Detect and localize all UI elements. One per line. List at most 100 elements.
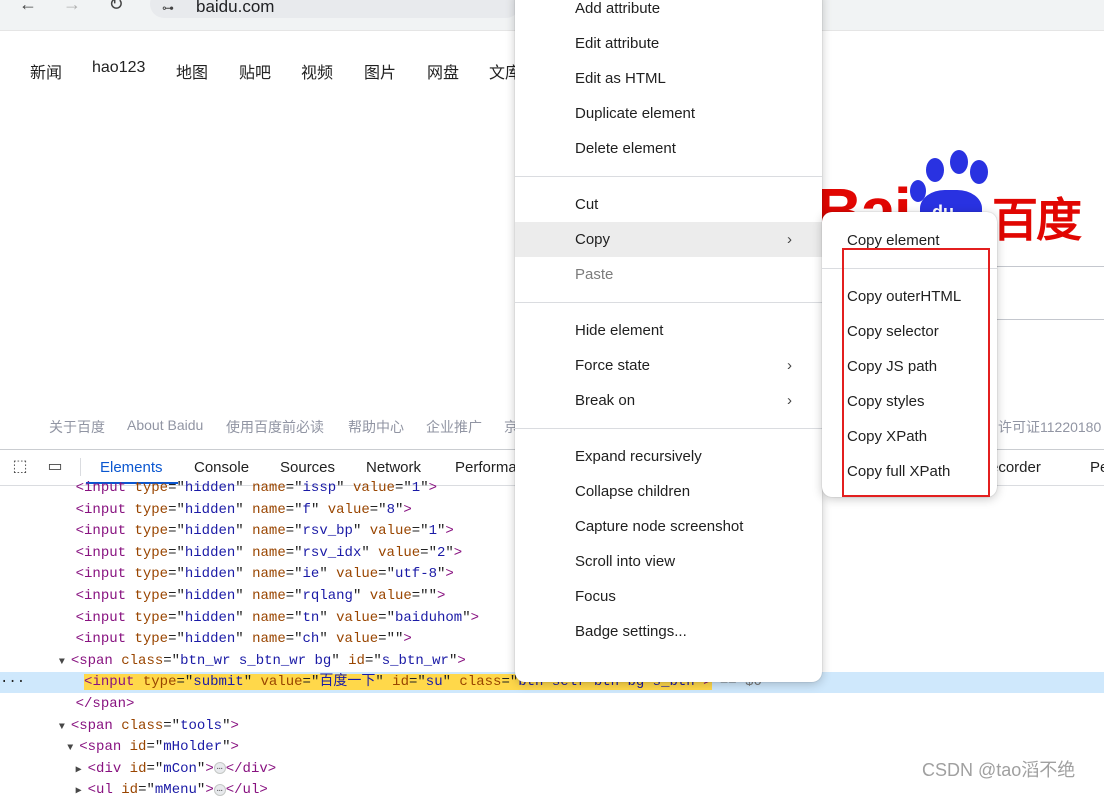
attr-name: value	[369, 523, 412, 540]
attr-eq: ="	[408, 674, 426, 691]
site-info-icon[interactable]: ⊶	[162, 0, 182, 16]
dom-node[interactable]: <span class="tools">	[71, 718, 239, 734]
tag-end: >	[470, 609, 480, 626]
footer-link[interactable]: 使用百度前必读	[226, 417, 324, 437]
nav-link[interactable]: 地图	[176, 59, 208, 83]
footer-link[interactable]: 帮助中心	[348, 417, 404, 437]
attr-eq: ="	[285, 631, 303, 648]
gutter-dots-icon[interactable]: ···	[0, 674, 25, 690]
dom-node[interactable]: <input type="hidden" name="rqlang" value…	[76, 588, 446, 604]
reload-icon[interactable]: ↻	[104, 0, 128, 14]
footer-link[interactable]: About Baidu	[127, 417, 203, 433]
dom-node[interactable]: <input type="hidden" name="rsv_bp" value…	[76, 523, 454, 539]
menu-item-copy[interactable]: Copy ›	[515, 222, 822, 257]
inspect-element-icon[interactable]: ⬚	[10, 458, 30, 476]
search-input[interactable]	[990, 266, 1104, 320]
forward-icon[interactable]: →	[60, 0, 84, 14]
dom-node[interactable]: <ul id="mMenu">… </ul>	[88, 782, 268, 798]
ellipsis-icon[interactable]: …	[213, 762, 226, 775]
tab-overflow[interactable]: Pe	[1090, 459, 1104, 476]
collapsed-triangle-icon[interactable]: ▶	[76, 786, 88, 797]
attr-value: rsv_idx	[302, 544, 362, 561]
dom-node[interactable]: <input type="hidden" name="rsv_idx" valu…	[76, 545, 463, 561]
menu-item-duplicate-element[interactable]: Duplicate element	[515, 96, 822, 131]
footer-link[interactable]: 企业推广	[426, 417, 482, 437]
attr-eq: ="	[285, 480, 303, 496]
attr-quote: "	[235, 588, 244, 604]
menu-item-badge-settings[interactable]: Badge settings...	[515, 614, 822, 649]
nav-link[interactable]: 贴吧	[239, 59, 271, 83]
attr-name: type	[134, 566, 169, 583]
dom-tree-line[interactable]: ▶ <ul id="mMenu">… </ul>	[0, 780, 1104, 801]
dom-node[interactable]: <span class="btn_wr s_btn_wr bg" id="s_b…	[71, 653, 466, 669]
menu-item-break-on[interactable]: Break on ›	[515, 383, 822, 418]
tag-end: >	[457, 652, 466, 669]
attr-name: type	[134, 588, 169, 604]
dom-node[interactable]: <span id="mHolder">	[79, 739, 239, 755]
menu-item-edit-as-html[interactable]: Edit as HTML	[515, 61, 822, 96]
tag-name: <span	[70, 652, 113, 669]
menu-item-capture-node-screenshot[interactable]: Capture node screenshot	[515, 509, 822, 544]
attr-quote: "	[428, 588, 437, 604]
menu-item-hide-element[interactable]: Hide element	[515, 313, 822, 348]
nav-link[interactable]: 视频	[301, 59, 333, 83]
menu-item-expand-recursively[interactable]: Expand recursively	[515, 439, 822, 474]
nav-link[interactable]: 图片	[364, 59, 396, 83]
attr-eq: ="	[378, 566, 395, 583]
nav-link[interactable]: hao123	[92, 59, 145, 77]
dom-node[interactable]: <input type="hidden" name="tn" value="ba…	[76, 610, 479, 626]
device-toolbar-icon[interactable]: ▭	[45, 458, 65, 476]
attr-eq: ="	[168, 588, 185, 604]
tab-network[interactable]: Network	[366, 459, 421, 476]
tab-sources[interactable]: Sources	[280, 459, 335, 476]
tab-elements[interactable]: Elements	[100, 459, 163, 476]
attr-name: value	[336, 566, 379, 583]
dom-node[interactable]: <input type="hidden" name="ch" value="">	[76, 631, 412, 647]
dom-tree-line[interactable]: ▼ <span class="tools">	[0, 716, 1104, 737]
attr-value: hidden	[184, 523, 236, 540]
tab-console[interactable]: Console	[194, 459, 249, 476]
footer-link[interactable]: 许可证11220180	[998, 417, 1101, 437]
attr-quote: "	[442, 674, 452, 691]
attr-quote: "	[235, 523, 244, 540]
attr-quote: "	[222, 739, 231, 756]
address-bar[interactable]: ⊶ baidu.com	[150, 0, 520, 18]
menu-item-scroll-into-view[interactable]: Scroll into view	[515, 544, 822, 579]
menu-item-force-state[interactable]: Force state ›	[515, 348, 822, 383]
dom-node[interactable]: <input type="hidden" name="issp" value="…	[76, 480, 437, 496]
menu-item-focus[interactable]: Focus	[515, 579, 822, 614]
expand-triangle-icon[interactable]: ▼	[67, 743, 79, 754]
ellipsis-icon[interactable]: …	[213, 783, 226, 796]
menu-item-collapse-children[interactable]: Collapse children	[515, 474, 822, 509]
attr-value: utf-8	[394, 566, 437, 583]
dom-node[interactable]: <input type="hidden" name="f" value="8">	[76, 502, 412, 518]
menu-item-add-attribute[interactable]: Add attribute	[515, 0, 822, 26]
attr-value: ch	[302, 631, 320, 648]
menu-item-edit-attribute[interactable]: Edit attribute	[515, 26, 822, 61]
tag-name: <input	[75, 480, 127, 496]
tab-performance[interactable]: Performa	[455, 459, 517, 476]
url-text: baidu.com	[196, 0, 275, 16]
attr-value: mCon	[163, 760, 197, 777]
dom-node[interactable]: <input type="hidden" name="ie" value="ut…	[76, 566, 454, 582]
collapsed-triangle-icon[interactable]: ▶	[76, 765, 88, 776]
expand-triangle-icon[interactable]: ▼	[59, 722, 71, 733]
toolbar-divider	[80, 458, 81, 476]
menu-item-cut[interactable]: Cut	[515, 187, 822, 222]
dom-tree-line[interactable]: </span>	[0, 694, 1104, 715]
back-icon[interactable]: ←	[16, 0, 40, 14]
menu-item-delete-element[interactable]: Delete element	[515, 131, 822, 166]
footer-link[interactable]: 关于百度	[49, 417, 105, 437]
attr-value: su	[425, 674, 443, 691]
nav-link[interactable]: 新闻	[30, 59, 62, 83]
expand-triangle-icon[interactable]: ▼	[59, 657, 71, 668]
tag-name: <input	[75, 501, 127, 518]
nav-link[interactable]: 网盘	[427, 59, 459, 83]
dom-node[interactable]: </span>	[76, 696, 135, 712]
dom-node[interactable]: <div id="mCon">… </div>	[88, 761, 277, 777]
tab-recorder[interactable]: ecorder	[990, 459, 1041, 476]
